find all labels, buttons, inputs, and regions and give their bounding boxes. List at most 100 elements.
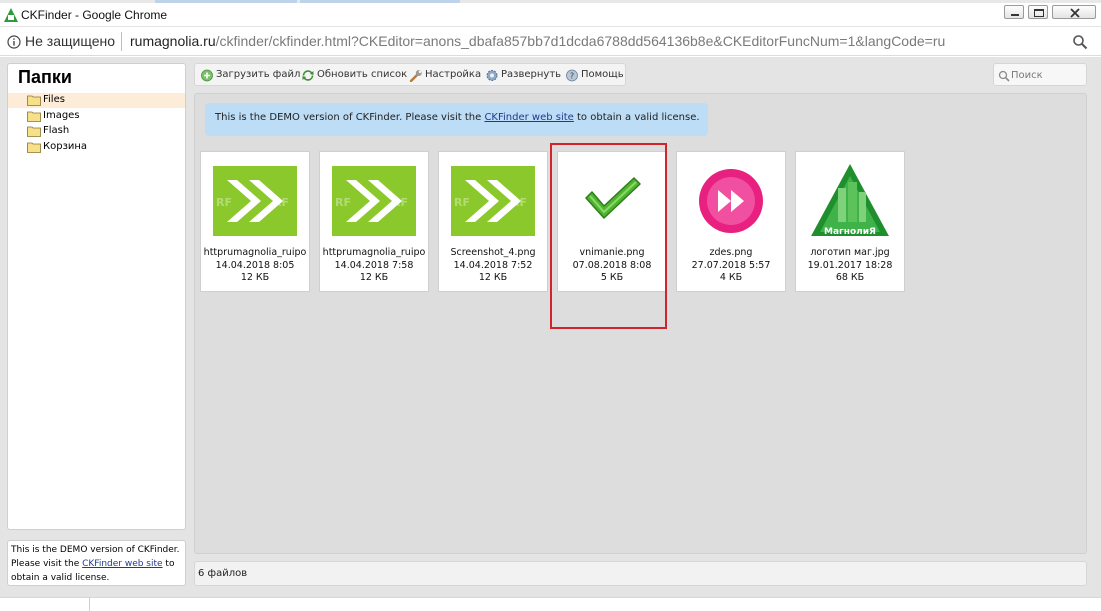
folders-panel: Папки Files Images Flash Корзина — [7, 63, 186, 530]
green-arrow-image: RF RF — [213, 166, 297, 236]
pink-forward-button-image — [699, 169, 763, 233]
window-title: CKFinder - Google Chrome — [21, 8, 168, 22]
folder-item-files[interactable]: Files — [8, 93, 185, 108]
gear-icon — [486, 70, 498, 81]
file-size: 12 КБ — [240, 272, 270, 283]
address-separator — [121, 32, 122, 51]
svg-text:МагнолиЯ: МагнолиЯ — [824, 227, 876, 236]
ckfinder-app: Папки Files Images Flash Корзина This is… — [0, 57, 1101, 597]
settings-label: Настройка — [425, 69, 482, 80]
file-item[interactable]: vnimanie.png 07.08.2018 8:08 5 КБ — [557, 151, 667, 292]
file-size: 12 КБ — [359, 272, 389, 283]
svg-text:RF: RF — [335, 196, 351, 209]
folder-icon — [27, 95, 41, 106]
green-arrow-image: RF RF — [332, 166, 416, 236]
info-icon[interactable] — [7, 35, 21, 49]
file-name: vnimanie.png — [579, 247, 645, 258]
maximize-icon — [1034, 9, 1044, 17]
url-text[interactable]: rumagnolia.ru/ckfinder/ckfinder.html?CKE… — [130, 33, 945, 49]
ckfinder-site-link[interactable]: CKFinder web site — [82, 559, 162, 569]
file-date: 07.08.2018 8:08 — [572, 260, 652, 271]
security-status[interactable]: Не защищено — [25, 33, 115, 49]
file-name: zdes.png — [709, 247, 753, 258]
status-bar: 6 файлов — [194, 561, 1087, 586]
folder-label: Images — [43, 110, 80, 121]
search-icon — [998, 70, 1010, 82]
notice-text: This is the DEMO version of CKFinder. Pl… — [215, 112, 485, 123]
page-bottom-strip — [0, 597, 1101, 611]
folder-label: Корзина — [43, 141, 88, 152]
refresh-button[interactable]: Обновить список — [301, 68, 407, 83]
help-button[interactable]: ? Помощь — [565, 68, 624, 83]
file-count: 6 файлов — [198, 568, 248, 579]
notice-text-end: to obtain a valid license. — [573, 112, 700, 123]
settings-button[interactable]: Настройка — [409, 68, 482, 83]
file-item[interactable]: RF RF Screenshot_4.png 14.04.2018 7:52 1… — [438, 151, 548, 292]
minimize-button[interactable] — [1004, 5, 1024, 19]
magnolia-app-icon — [4, 8, 18, 22]
file-name: httprumagnolia_ruipo — [203, 247, 307, 258]
upload-label: Загрузить файл — [216, 69, 301, 80]
file-date: 19.01.2017 18:28 — [807, 260, 893, 271]
file-size: 12 КБ — [478, 272, 508, 283]
folder-icon — [27, 142, 41, 153]
svg-text:RF: RF — [216, 196, 232, 209]
window-titlebar[interactable]: CKFinder - Google Chrome — [0, 3, 1101, 27]
file-item[interactable]: RF RF httprumagnolia_ruipo 14.04.2018 7:… — [319, 151, 429, 292]
file-item[interactable]: МагнолиЯ логотип маг.jpg 19.01.2017 18:2… — [795, 151, 905, 292]
toolbar: Загрузить файл Обновить список Настройка… — [194, 63, 626, 86]
folder-item-images[interactable]: Images — [8, 109, 185, 124]
ckfinder-site-link[interactable]: CKFinder web site — [484, 112, 573, 123]
maximize-panel-button[interactable]: Развернуть — [485, 68, 562, 83]
file-size: 5 КБ — [600, 272, 624, 283]
address-bar[interactable]: Не защищено rumagnolia.ru/ckfinder/ckfin… — [0, 28, 1101, 56]
file-item[interactable]: RF RF httprumagnolia_ruipo 14.04.2018 8:… — [200, 151, 310, 292]
svg-text:RF: RF — [511, 196, 527, 209]
url-path: /ckfinder/ckfinder.html?CKEditor=anons_d… — [215, 33, 946, 49]
folder-label: Files — [43, 94, 65, 105]
file-item[interactable]: zdes.png 27.07.2018 5:57 4 КБ — [676, 151, 786, 292]
file-name: логотип маг.jpg — [810, 247, 890, 258]
file-date: 14.04.2018 8:05 — [215, 260, 295, 271]
svg-text:RF: RF — [454, 196, 470, 209]
file-name: httprumagnolia_ruipo — [322, 247, 426, 258]
file-size: 68 КБ — [835, 272, 865, 283]
divider — [89, 598, 90, 611]
url-host: rumagnolia.ru — [130, 33, 216, 49]
magnolia-logo-image: МагнолиЯ — [811, 164, 889, 236]
search-input[interactable] — [1011, 67, 1083, 83]
demo-notice-banner: This is the DEMO version of CKFinder. Pl… — [205, 103, 708, 136]
files-pane: This is the DEMO version of CKFinder. Pl… — [194, 93, 1087, 554]
svg-text:RF: RF — [392, 196, 408, 209]
folder-item-trash[interactable]: Корзина — [8, 140, 185, 155]
folder-label: Flash — [43, 125, 70, 136]
add-icon — [201, 69, 213, 82]
svg-text:RF: RF — [273, 196, 289, 209]
sidebar-demo-notice: This is the DEMO version of CKFinder. Pl… — [7, 540, 186, 586]
minimize-icon — [1011, 14, 1019, 16]
refresh-label: Обновить список — [317, 69, 408, 80]
file-date: 27.07.2018 5:57 — [691, 260, 771, 271]
help-icon: ? — [566, 69, 578, 82]
svg-text:?: ? — [570, 72, 574, 81]
folder-item-flash[interactable]: Flash — [8, 124, 185, 139]
green-arrow-image: RF RF — [451, 166, 535, 236]
folder-icon — [27, 111, 41, 122]
green-checkmark-image — [585, 177, 641, 219]
maximize-button[interactable] — [1028, 5, 1048, 19]
folder-icon — [27, 126, 41, 137]
file-date: 14.04.2018 7:52 — [453, 260, 533, 271]
close-button[interactable] — [1052, 5, 1096, 19]
file-date: 14.04.2018 7:58 — [334, 260, 414, 271]
folders-title: Папки — [18, 67, 72, 87]
help-label: Помощь — [581, 69, 624, 80]
wrench-icon — [409, 70, 422, 82]
file-size: 4 КБ — [719, 272, 743, 283]
upload-button[interactable]: Загрузить файл — [200, 68, 300, 83]
refresh-icon — [302, 70, 314, 81]
zoom-icon[interactable] — [1072, 34, 1088, 50]
maximize-panel-label: Развернуть — [501, 69, 562, 80]
close-icon — [1070, 8, 1080, 18]
search-box[interactable] — [993, 63, 1087, 86]
file-name: Screenshot_4.png — [450, 247, 536, 258]
